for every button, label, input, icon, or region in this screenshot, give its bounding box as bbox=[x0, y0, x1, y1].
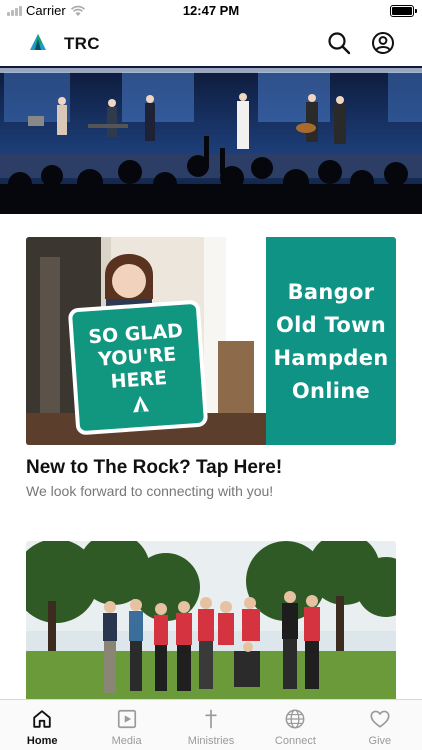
card-subtitle: We look forward to connecting with you! bbox=[26, 483, 274, 499]
tab-ministries[interactable]: Ministries bbox=[169, 700, 253, 750]
sign-logo-icon bbox=[133, 395, 150, 413]
welcome-card-image: SO GLAD YOU'RE HERE Bangor Old Town Hamp… bbox=[26, 237, 396, 445]
home-icon bbox=[33, 710, 51, 728]
tab-label: Home bbox=[26, 735, 58, 747]
tab-label: Give bbox=[368, 735, 392, 747]
heart-icon bbox=[370, 710, 390, 728]
tab-label: Media bbox=[111, 735, 142, 747]
app-title: TRC bbox=[64, 34, 100, 53]
app-header: TRC bbox=[0, 22, 422, 64]
tab-give[interactable]: Give bbox=[338, 700, 422, 750]
status-bar: Carrier 12:47 PM bbox=[0, 0, 422, 22]
hero-worship-photo[interactable] bbox=[0, 66, 422, 214]
media-icon bbox=[117, 709, 136, 729]
location-old-town: Old Town bbox=[275, 312, 387, 337]
group-photo-card[interactable] bbox=[26, 541, 396, 701]
church-logo-icon bbox=[30, 34, 46, 50]
card-title: New to The Rock? Tap Here! bbox=[26, 457, 283, 478]
tab-label: Ministries bbox=[187, 735, 235, 747]
globe-icon bbox=[285, 709, 305, 729]
location-bangor: Bangor bbox=[287, 279, 375, 304]
locations-panel: Bangor Old Town Hampden Online bbox=[266, 237, 396, 445]
search-icon[interactable] bbox=[327, 31, 351, 55]
welcome-card[interactable]: SO GLAD YOU'RE HERE Bangor Old Town Hamp… bbox=[26, 237, 396, 499]
tab-media[interactable]: Media bbox=[84, 700, 168, 750]
worship-stage-illustration bbox=[0, 66, 422, 214]
tab-connect[interactable]: Connect bbox=[253, 700, 337, 750]
location-hampden: Hampden bbox=[273, 345, 389, 370]
cross-icon bbox=[205, 709, 217, 729]
account-icon[interactable] bbox=[371, 31, 395, 55]
tab-bar: Home Media Ministries Connect Give bbox=[0, 699, 422, 750]
tab-home[interactable]: Home bbox=[0, 700, 84, 750]
battery-icon bbox=[390, 5, 417, 17]
location-online: Online bbox=[291, 378, 371, 403]
group-outdoor-illustration bbox=[26, 541, 396, 701]
tab-label: Connect bbox=[274, 735, 316, 747]
group-photo-image bbox=[26, 541, 396, 701]
clock: 12:47 PM bbox=[182, 3, 240, 18]
so-glad-sign: SO GLAD YOU'RE HERE bbox=[67, 299, 209, 436]
sign-line-3: HERE bbox=[109, 367, 168, 393]
